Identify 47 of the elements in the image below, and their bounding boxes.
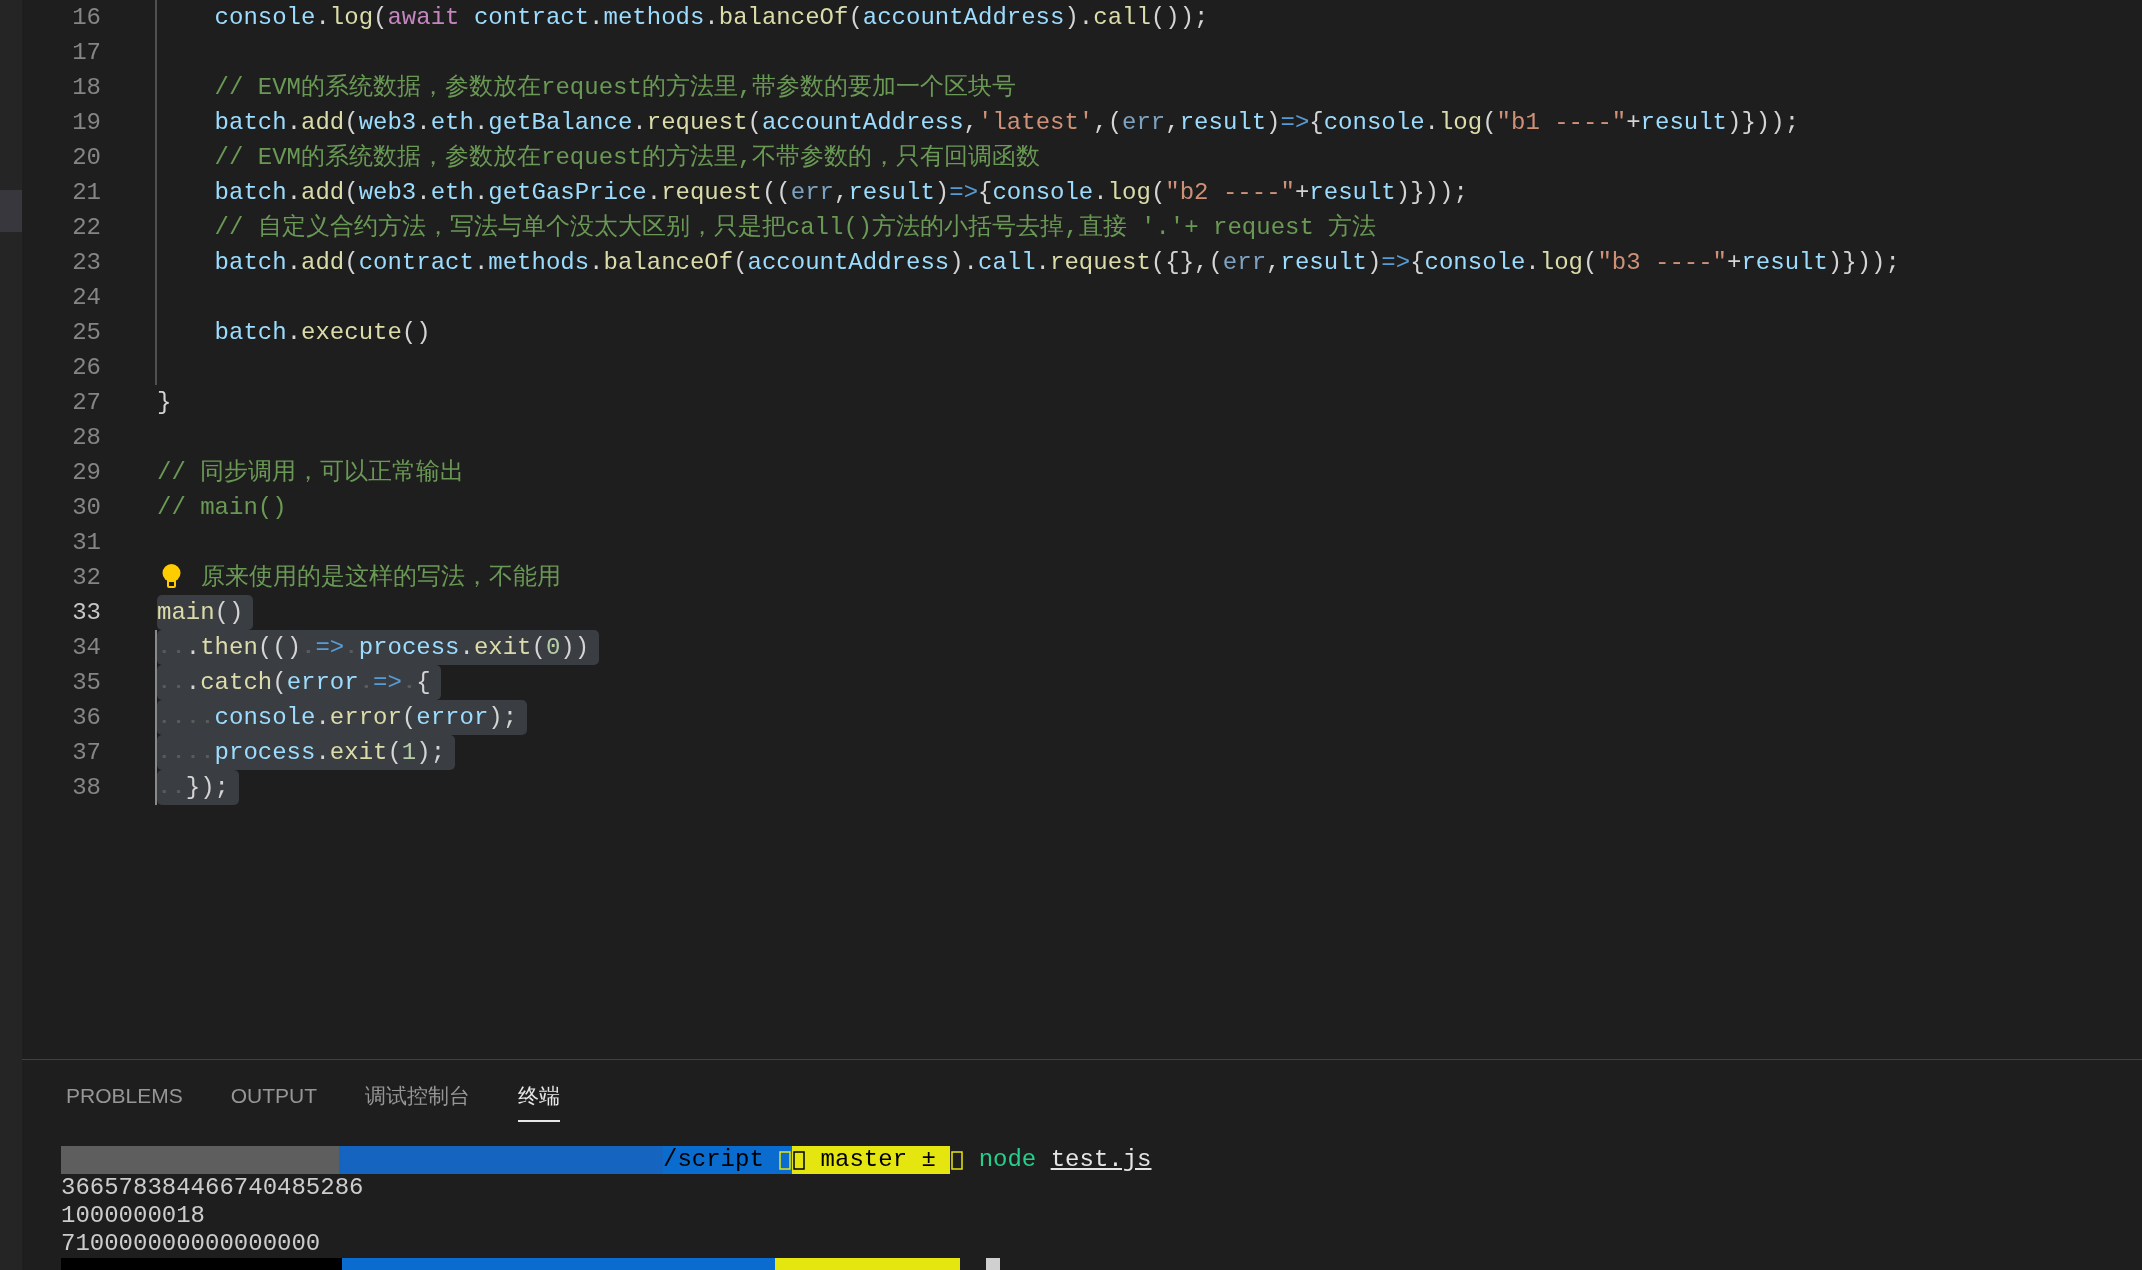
line-number: 21 xyxy=(71,177,101,208)
code-line: // EVM的系统数据，参数放在request的方法里,不带参数的，只有回调函数 xyxy=(213,142,1042,173)
line-number: 19 xyxy=(71,107,101,138)
code-line: // 同步调用，可以正常输出 xyxy=(157,458,466,488)
panel-tab[interactable]: 终端 xyxy=(518,1080,561,1122)
line-number: 31 xyxy=(71,527,101,558)
line-number: 32 xyxy=(71,562,101,593)
line-number: 30 xyxy=(71,492,101,523)
line-number: 16 xyxy=(71,2,101,33)
line-number: 33 xyxy=(71,597,101,628)
code-line: } xyxy=(157,388,173,418)
line-number: 34 xyxy=(71,632,101,663)
git-branch: master ± xyxy=(806,1145,951,1174)
line-number: 27 xyxy=(71,387,101,418)
terminal-output: 710000000000000000 xyxy=(61,1229,321,1258)
code-line: batch.add(contract.methods.balanceOf(accountAddress).call.request({},(err,result)=>{console.log("b3 ----"+result)})); xyxy=(213,248,1901,278)
line-number: 25 xyxy=(71,317,101,348)
line-number: 37 xyxy=(71,737,101,768)
line-number: 28 xyxy=(71,422,101,453)
line-number: 38 xyxy=(71,772,101,803)
side-strip-marker xyxy=(0,190,22,232)
panel-tab[interactable]: OUTPUT xyxy=(230,1080,318,1122)
code-line: // EVM的系统数据，参数放在request的方法里,带参数的要加一个区块号 xyxy=(213,72,1018,103)
code-line: console.log(await contract.methods.balanceOf(accountAddress).call()); xyxy=(213,3,1210,33)
line-number: 29 xyxy=(71,457,101,488)
line-number: 17 xyxy=(71,37,101,68)
line-number: 18 xyxy=(71,72,101,103)
code-line: 原来使用的是这样的写法，不能用 xyxy=(201,563,562,593)
code-line: // 自定义合约方法，写法与单个没太大区别，只是把call()方法的小括号去掉,直接 '.'+ request 方法 xyxy=(213,212,1378,243)
terminal-output: 1000000018 xyxy=(61,1201,206,1230)
line-number: 36 xyxy=(71,702,101,733)
panel-tab[interactable]: PROBLEMS xyxy=(66,1080,183,1122)
code-line: batch.add(web3.eth.getBalance.request(accountAddress,'latest',(err,result)=>{console.log("b1 ----"+result)})); xyxy=(213,108,1801,138)
line-number: 35 xyxy=(71,667,101,698)
line-number: 23 xyxy=(71,247,101,278)
line-number: 26 xyxy=(71,352,101,383)
line-number: 20 xyxy=(71,142,101,173)
terminal-argument: test.js xyxy=(1050,1145,1152,1174)
terminal-command: node xyxy=(977,1145,1038,1174)
panel-tab[interactable]: 调试控制台 xyxy=(365,1080,471,1122)
code-line: batch.execute() xyxy=(213,318,432,348)
terminal-output: 366578384466740485286 xyxy=(61,1173,364,1202)
line-number: 24 xyxy=(71,282,101,313)
line-number: 22 xyxy=(71,212,101,243)
code-line: batch.add(web3.eth.getGasPrice.request((err,result)=>{console.log("b2 ----"+result)})); xyxy=(213,178,1469,208)
code-line: // main() xyxy=(157,493,288,523)
prompt-path: /script xyxy=(663,1145,779,1174)
